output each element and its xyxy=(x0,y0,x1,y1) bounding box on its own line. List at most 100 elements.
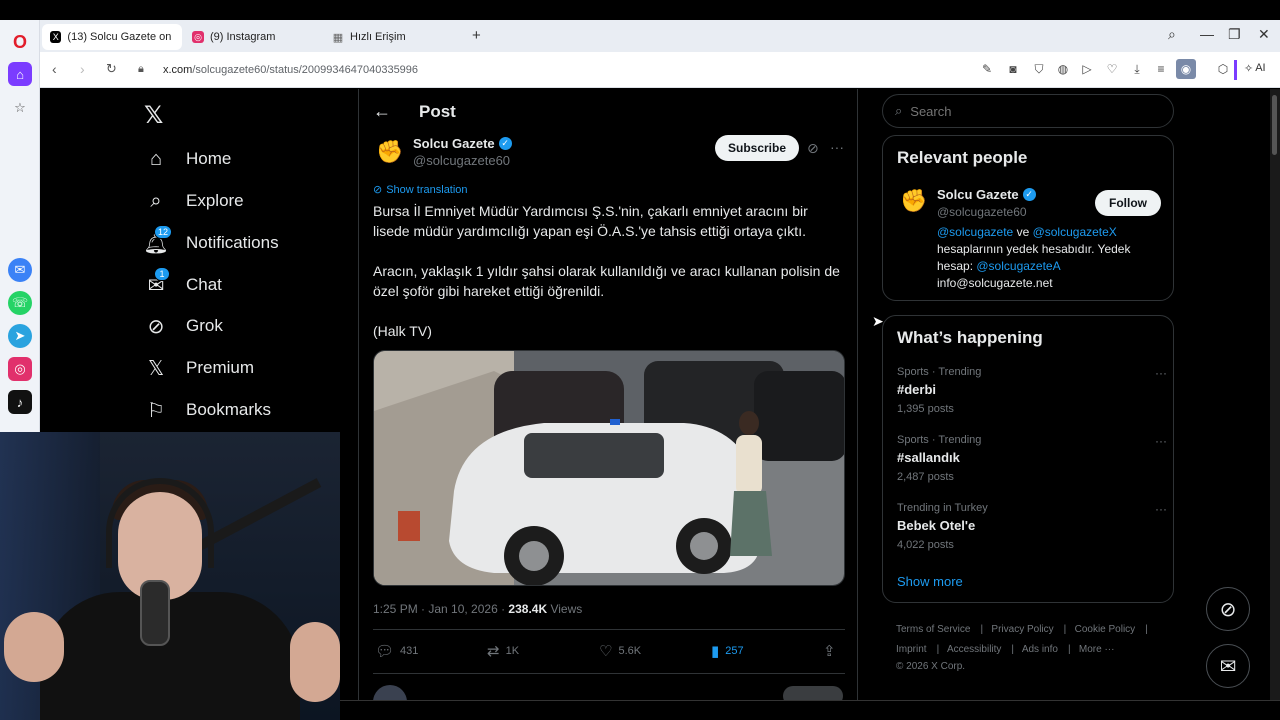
new-tab-button[interactable]: + xyxy=(472,27,481,44)
post-actions: 💬︎ 431 ⇄ 1K ♡ 5.6K ▮ 257 ⇪ xyxy=(373,642,845,662)
heart-icon[interactable]: ♡ xyxy=(1105,62,1119,76)
nav-premium[interactable]: 𝕏 Premium xyxy=(144,353,254,383)
bookmark-count: 257 xyxy=(725,645,744,657)
tweet-paragraph: Bursa İl Emniyet Müdür Yardımcısı Ş.S.'n… xyxy=(373,203,808,239)
author-avatar[interactable]: ✊ xyxy=(373,135,407,169)
opera-logo-icon[interactable]: O xyxy=(8,30,32,54)
trend-name: #sallandık xyxy=(897,450,960,465)
tweet-text: Bursa İl Emniyet Müdür Yardımcısı Ş.S.'n… xyxy=(373,201,845,361)
home-icon[interactable]: ⌂ xyxy=(8,62,32,86)
scrollbar[interactable] xyxy=(1270,89,1280,700)
instagram-icon[interactable]: ◎ xyxy=(8,357,32,381)
nav-notifications[interactable]: 🔔︎ 12 Notifications xyxy=(143,225,279,258)
person-name[interactable]: Solcu Gazete ✓ xyxy=(937,187,1036,202)
person-handle[interactable]: @solcugazete60 xyxy=(937,205,1027,219)
show-more-link[interactable]: Show more xyxy=(897,574,963,589)
search-tabs-icon[interactable]: ⌕ xyxy=(1168,26,1176,43)
messages-fab-icon[interactable]: ✉ xyxy=(1206,644,1250,688)
heart-icon: ♡ xyxy=(599,643,613,660)
search-box[interactable]: ⌕ xyxy=(882,94,1174,128)
reply-button[interactable]: 💬︎ 431 xyxy=(375,642,418,660)
author-name[interactable]: Solcu Gazete ✓ xyxy=(413,136,512,151)
tab-instagram[interactable]: ◎ (9) Instagram xyxy=(184,24,324,50)
minimize-icon[interactable]: — xyxy=(1200,26,1214,42)
edit-icon[interactable]: ✎ xyxy=(980,62,994,76)
shield-icon[interactable]: ⛉ xyxy=(1032,62,1046,76)
nav-explore[interactable]: ⌕ Explore xyxy=(144,186,243,216)
footer-links: Terms of Service | Privacy Policy | Cookie… xyxy=(896,624,1148,672)
repost-icon: ⇄ xyxy=(487,643,500,660)
back-arrow-icon[interactable]: ← xyxy=(373,101,391,122)
more-icon[interactable]: ··· xyxy=(1155,366,1167,380)
reload-icon[interactable]: ↻ xyxy=(106,61,117,77)
x-logo-icon[interactable]: 𝕏 xyxy=(144,101,163,130)
bookmark-icon: ⚐ xyxy=(147,399,165,422)
footer-link[interactable]: Ads info xyxy=(1022,644,1058,655)
bio-email: info@solcugazete.net xyxy=(937,276,1053,290)
footer-link[interactable]: More ··· xyxy=(1079,644,1115,655)
trend-item[interactable]: Sports · Trending #derbi 1,395 posts ··· xyxy=(897,366,1167,415)
ai-button[interactable]: ✧ AI xyxy=(1244,62,1266,75)
play-icon[interactable]: ▷ xyxy=(1080,62,1094,76)
camera-icon[interactable]: ◙ xyxy=(1006,62,1020,76)
vpn-icon[interactable]: ◍ xyxy=(1056,62,1070,76)
url-field[interactable]: x.com/solcugazete60/status/2009934647040… xyxy=(163,64,418,76)
share-button[interactable]: ⇪ xyxy=(823,642,836,660)
author-handle[interactable]: @solcugazete60 xyxy=(413,153,510,168)
more-icon[interactable]: ··· xyxy=(830,139,844,155)
tweet-image[interactable] xyxy=(373,350,845,586)
whatsapp-icon[interactable]: ☏ xyxy=(8,291,32,315)
cube-icon[interactable]: ⬡ xyxy=(1216,62,1230,76)
close-icon[interactable]: ✕ xyxy=(1258,26,1270,43)
reply-button-partial[interactable] xyxy=(783,686,843,700)
menu-icon[interactable]: ≡ xyxy=(1154,62,1168,76)
tab-speed-dial[interactable]: ▦ Hızlı Erişim xyxy=(324,24,464,50)
star-icon[interactable]: ☆ xyxy=(8,96,32,120)
telegram-icon[interactable]: ➤ xyxy=(8,324,32,348)
show-translation-label: Show translation xyxy=(386,183,468,196)
trend-context: Sports · Trending xyxy=(897,434,982,446)
like-button[interactable]: ♡ 5.6K xyxy=(599,642,641,660)
bio-link[interactable]: @solcugazeteX xyxy=(1033,225,1117,239)
bio-link[interactable]: @solcugazeteA xyxy=(976,259,1060,273)
bio-link[interactable]: @solcugazete xyxy=(937,225,1013,239)
trend-item[interactable]: Trending in Turkey Bebek Otel'e 4,022 po… xyxy=(897,502,1167,551)
timestamp: 1:25 PM · Jan 10, 2026 · xyxy=(373,602,509,616)
trend-item[interactable]: Sports · Trending #sallandık 2,487 posts… xyxy=(897,434,1167,483)
nav-grok[interactable]: ⊘ Grok xyxy=(144,311,223,341)
show-translation-link[interactable]: ⊘ Show translation xyxy=(373,183,468,197)
tiktok-icon[interactable]: ♪ xyxy=(8,390,32,414)
scrollbar-thumb[interactable] xyxy=(1272,95,1277,155)
grok-icon[interactable]: ⊘ xyxy=(807,140,819,157)
footer-link[interactable]: Accessibility xyxy=(947,644,1001,655)
grok-fab-icon[interactable]: ⊘ xyxy=(1206,587,1250,631)
more-icon[interactable]: ··· xyxy=(1155,434,1167,448)
presenter-hand xyxy=(290,622,340,702)
bookmark-button[interactable]: ▮ 257 xyxy=(711,642,744,660)
download-icon[interactable]: ⤓ xyxy=(1130,62,1144,76)
nav-chat[interactable]: ✉ 1 Chat xyxy=(144,267,222,300)
tab-bar: X (13) Solcu Gazete on X: "B ◎ (9) Insta… xyxy=(40,20,1280,52)
footer-link[interactable]: Cookie Policy xyxy=(1075,624,1136,635)
trend-context: Sports · Trending xyxy=(897,366,982,378)
search-input[interactable] xyxy=(910,103,1151,119)
post-meta: 1:25 PM · Jan 10, 2026 · 238.4K Views xyxy=(373,602,582,616)
more-icon[interactable]: ··· xyxy=(1155,502,1167,516)
footer-link[interactable]: Terms of Service xyxy=(896,624,970,635)
messenger-icon[interactable]: ✉ xyxy=(8,258,32,282)
repost-button[interactable]: ⇄ 1K xyxy=(487,642,519,660)
footer-link[interactable]: Imprint xyxy=(896,644,927,655)
footer-link[interactable]: Privacy Policy xyxy=(991,624,1053,635)
maximize-icon[interactable]: ❐ xyxy=(1228,26,1241,43)
forward-icon[interactable]: › xyxy=(80,61,85,77)
nav-home[interactable]: ⌂ Home xyxy=(144,144,231,174)
tab-x[interactable]: X (13) Solcu Gazete on X: "B xyxy=(42,24,182,50)
nav-bookmarks[interactable]: ⚐ Bookmarks xyxy=(144,395,271,425)
trend-name: #derbi xyxy=(897,382,937,397)
follow-button[interactable]: Follow xyxy=(1095,190,1161,216)
profile-avatar[interactable]: ◉ xyxy=(1176,59,1196,79)
back-icon[interactable]: ‹ xyxy=(52,61,57,77)
person-avatar[interactable]: ✊ xyxy=(897,184,931,218)
subscribe-button[interactable]: Subscribe xyxy=(715,135,799,161)
bookmark-filled-icon: ▮ xyxy=(711,643,720,660)
